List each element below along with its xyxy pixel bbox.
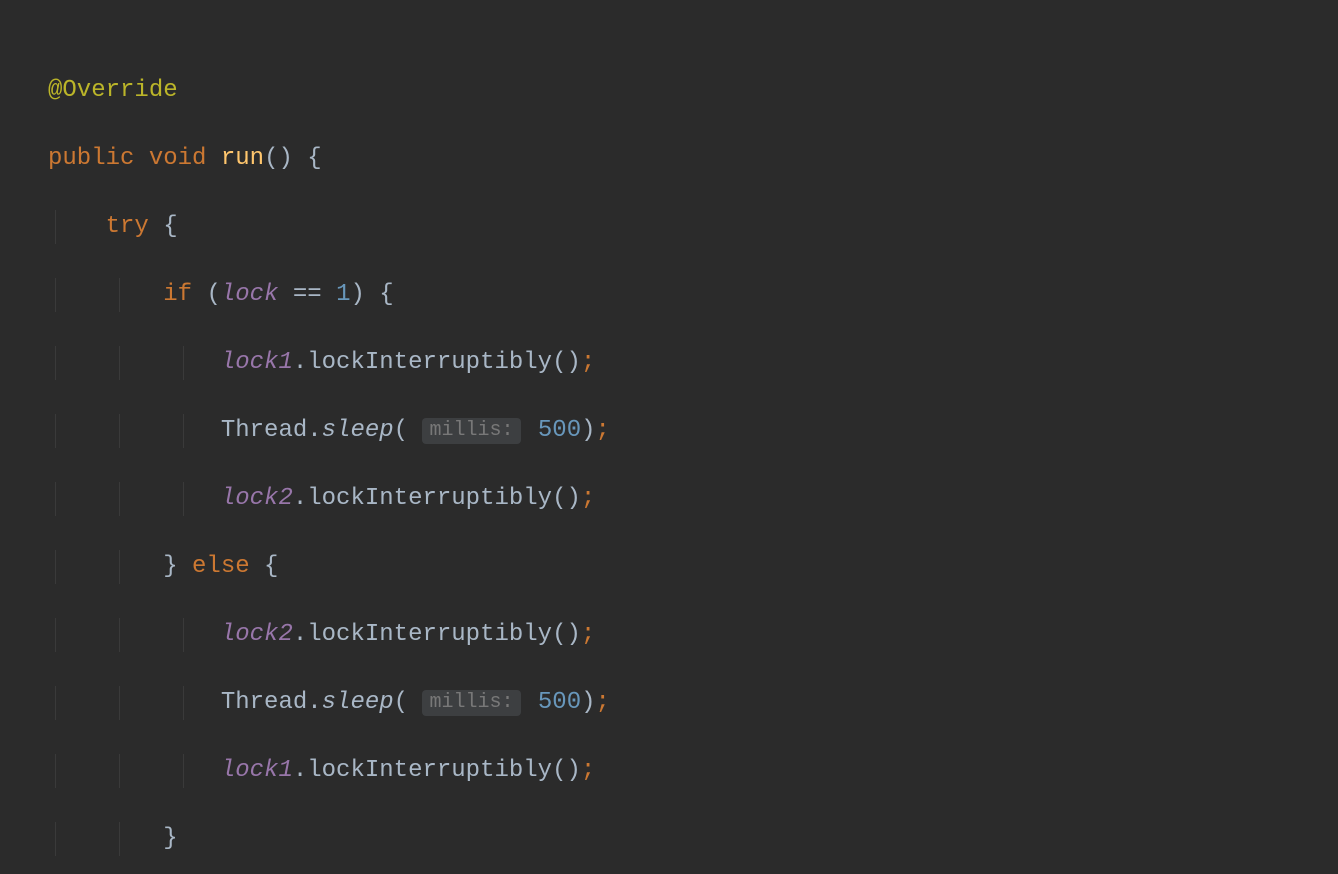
- paren: (: [206, 281, 220, 308]
- num-500: 500: [538, 689, 581, 716]
- semi: ;: [581, 485, 595, 512]
- sleep-call: sleep: [322, 417, 394, 444]
- call-lockint: .lockInterruptibly(): [293, 757, 581, 784]
- call-lockint: .lockInterruptibly(): [293, 621, 581, 648]
- kw-if: if: [163, 281, 192, 308]
- dot: .: [307, 417, 321, 444]
- kw-else: else: [192, 553, 250, 580]
- semi: ;: [581, 757, 595, 784]
- call-lockint: .lockInterruptibly(): [293, 485, 581, 512]
- field-lock2: lock2: [221, 621, 293, 648]
- semi: ;: [581, 349, 595, 376]
- param-hint-millis: millis:: [422, 690, 520, 716]
- sleep-call: sleep: [322, 689, 394, 716]
- semi: ;: [596, 417, 610, 444]
- brace-close: }: [163, 825, 177, 852]
- kw-void: void: [149, 145, 207, 172]
- call-lockint: .lockInterruptibly(): [293, 349, 581, 376]
- thread-class: Thread: [221, 417, 307, 444]
- num-1: 1: [336, 281, 350, 308]
- code-editor[interactable]: @Override public void run() { try { if (…: [0, 0, 1338, 874]
- paren-empty: (): [264, 145, 293, 172]
- kw-public: public: [48, 145, 134, 172]
- field-lock2: lock2: [221, 485, 293, 512]
- dot: .: [307, 689, 321, 716]
- op-eq: ==: [293, 281, 322, 308]
- field-lock1: lock1: [221, 349, 293, 376]
- brace-close: }: [163, 553, 177, 580]
- brace: {: [250, 553, 279, 580]
- annotation-override: @Override: [48, 77, 178, 104]
- paren-close: ) {: [350, 281, 393, 308]
- kw-try: try: [106, 213, 149, 240]
- num-500: 500: [538, 417, 581, 444]
- semi: ;: [596, 689, 610, 716]
- thread-class: Thread: [221, 689, 307, 716]
- field-lock: lock: [221, 281, 279, 308]
- semi: ;: [581, 621, 595, 648]
- brace: {: [293, 145, 322, 172]
- method-run: run: [221, 145, 264, 172]
- brace: {: [149, 213, 178, 240]
- param-hint-millis: millis:: [422, 418, 520, 444]
- field-lock1: lock1: [221, 757, 293, 784]
